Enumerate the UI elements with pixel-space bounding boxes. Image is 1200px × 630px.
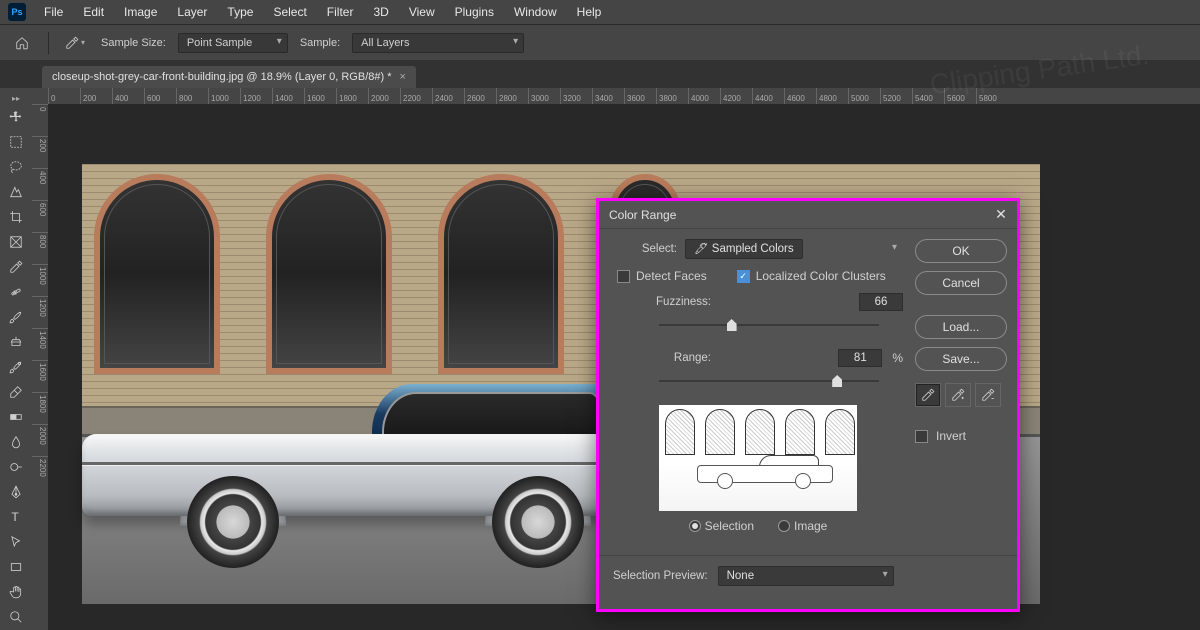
menu-layer[interactable]: Layer	[169, 3, 215, 21]
selection-radio-label: Selection	[705, 519, 754, 533]
fuzziness-label: Fuzziness:	[647, 296, 711, 308]
menu-window[interactable]: Window	[506, 3, 565, 21]
ok-button[interactable]: OK	[915, 239, 1007, 263]
sample-size-label: Sample Size:	[101, 37, 166, 49]
save-button[interactable]: Save...	[915, 347, 1007, 371]
detect-faces-checkbox[interactable]	[617, 270, 630, 283]
canvas-image-arch	[438, 174, 564, 374]
menu-filter[interactable]: Filter	[319, 3, 362, 21]
eyedropper-icon[interactable]	[915, 383, 941, 407]
brush-tool[interactable]	[2, 305, 30, 329]
canvas-image-arch	[266, 174, 392, 374]
fuzziness-slider[interactable]	[659, 315, 879, 335]
canvas-image-arch	[94, 174, 220, 374]
document-tab-title: closeup-shot-grey-car-front-building.jpg…	[52, 71, 392, 83]
move-tool[interactable]	[2, 105, 30, 129]
hand-tool[interactable]	[2, 580, 30, 604]
menubar: Ps File Edit Image Layer Type Select Fil…	[0, 0, 1200, 24]
lasso-tool[interactable]	[2, 155, 30, 179]
fuzziness-input[interactable]	[859, 293, 903, 311]
menu-edit[interactable]: Edit	[75, 3, 112, 21]
sample-select[interactable]: All Layers	[352, 33, 524, 53]
menu-image[interactable]: Image	[116, 3, 165, 21]
pen-tool[interactable]	[2, 480, 30, 504]
close-icon[interactable]: ✕	[993, 207, 1009, 223]
image-radio-label: Image	[794, 519, 827, 533]
dialog-title: Color Range	[609, 208, 676, 222]
history-brush-tool[interactable]	[2, 355, 30, 379]
detect-faces-label: Detect Faces	[636, 269, 707, 283]
range-slider[interactable]	[659, 371, 879, 391]
range-input[interactable]	[838, 349, 882, 367]
invert-checkbox[interactable]	[915, 430, 928, 443]
ruler-corner	[32, 88, 48, 104]
rectangle-tool[interactable]	[2, 555, 30, 579]
options-bar: ▾ Sample Size: Point Sample Sample: All …	[0, 24, 1200, 60]
menu-view[interactable]: View	[401, 3, 443, 21]
path-selection-tool[interactable]	[2, 530, 30, 554]
selection-preview-select[interactable]: None	[718, 566, 894, 586]
selection-preview-label: Selection Preview:	[613, 570, 708, 582]
blur-tool[interactable]	[2, 430, 30, 454]
menu-3d[interactable]: 3D	[365, 3, 396, 21]
selection-radio[interactable]: Selection	[689, 519, 754, 533]
menu-type[interactable]: Type	[219, 3, 261, 21]
dodge-tool[interactable]	[2, 455, 30, 479]
crop-tool[interactable]	[2, 205, 30, 229]
cancel-button[interactable]: Cancel	[915, 271, 1007, 295]
invert-label: Invert	[936, 429, 966, 443]
svg-text:T: T	[11, 510, 19, 524]
quick-selection-tool[interactable]	[2, 180, 30, 204]
eyedropper-plus-icon[interactable]	[945, 383, 971, 407]
tools-panel: ▸▸ T	[0, 88, 32, 630]
ruler-vertical[interactable]: 0200400600800100012001400160018002000220…	[32, 104, 48, 630]
canvas-image-car	[82, 384, 622, 554]
select-label: Select:	[633, 243, 677, 255]
eyedropper-minus-icon[interactable]	[975, 383, 1001, 407]
color-range-dialog: Color Range ✕ Select: 🖊 Sampled Colors D…	[596, 198, 1020, 612]
range-slider-thumb[interactable]	[832, 375, 842, 387]
sample-label: Sample:	[300, 37, 340, 49]
dialog-titlebar[interactable]: Color Range ✕	[599, 201, 1017, 229]
localized-clusters-label: Localized Color Clusters	[756, 269, 886, 283]
document-tab[interactable]: closeup-shot-grey-car-front-building.jpg…	[42, 66, 416, 88]
localized-clusters-checkbox[interactable]: ✓	[737, 270, 750, 283]
type-tool[interactable]: T	[2, 505, 30, 529]
gradient-tool[interactable]	[2, 405, 30, 429]
toolbar-expand-icon[interactable]: ▸▸	[0, 92, 32, 104]
close-tab-icon[interactable]: ×	[400, 71, 406, 83]
document-tab-strip: closeup-shot-grey-car-front-building.jpg…	[0, 60, 1200, 88]
ps-app-icon: Ps	[8, 3, 26, 21]
fuzziness-slider-thumb[interactable]	[727, 319, 737, 331]
home-icon[interactable]	[8, 29, 36, 57]
frame-tool[interactable]	[2, 230, 30, 254]
eraser-tool[interactable]	[2, 380, 30, 404]
tool-preset-eyedropper-icon[interactable]: ▾	[61, 29, 89, 57]
menu-plugins[interactable]: Plugins	[447, 3, 502, 21]
menu-help[interactable]: Help	[569, 3, 610, 21]
sample-size-select[interactable]: Point Sample	[178, 33, 288, 53]
marquee-tool[interactable]	[2, 130, 30, 154]
image-radio[interactable]: Image	[778, 519, 827, 533]
eyedropper-tool[interactable]	[2, 255, 30, 279]
range-unit: %	[892, 351, 903, 365]
load-button[interactable]: Load...	[915, 315, 1007, 339]
zoom-tool[interactable]	[2, 605, 30, 629]
clone-stamp-tool[interactable]	[2, 330, 30, 354]
menu-file[interactable]: File	[36, 3, 71, 21]
menu-select[interactable]: Select	[265, 3, 314, 21]
healing-brush-tool[interactable]	[2, 280, 30, 304]
ruler-horizontal[interactable]: 0200400600800100012001400160018002000220…	[48, 88, 1200, 104]
select-dropdown[interactable]: 🖊 Sampled Colors	[685, 239, 803, 259]
range-label: Range:	[647, 352, 711, 364]
selection-preview-thumbnail[interactable]	[659, 405, 857, 511]
